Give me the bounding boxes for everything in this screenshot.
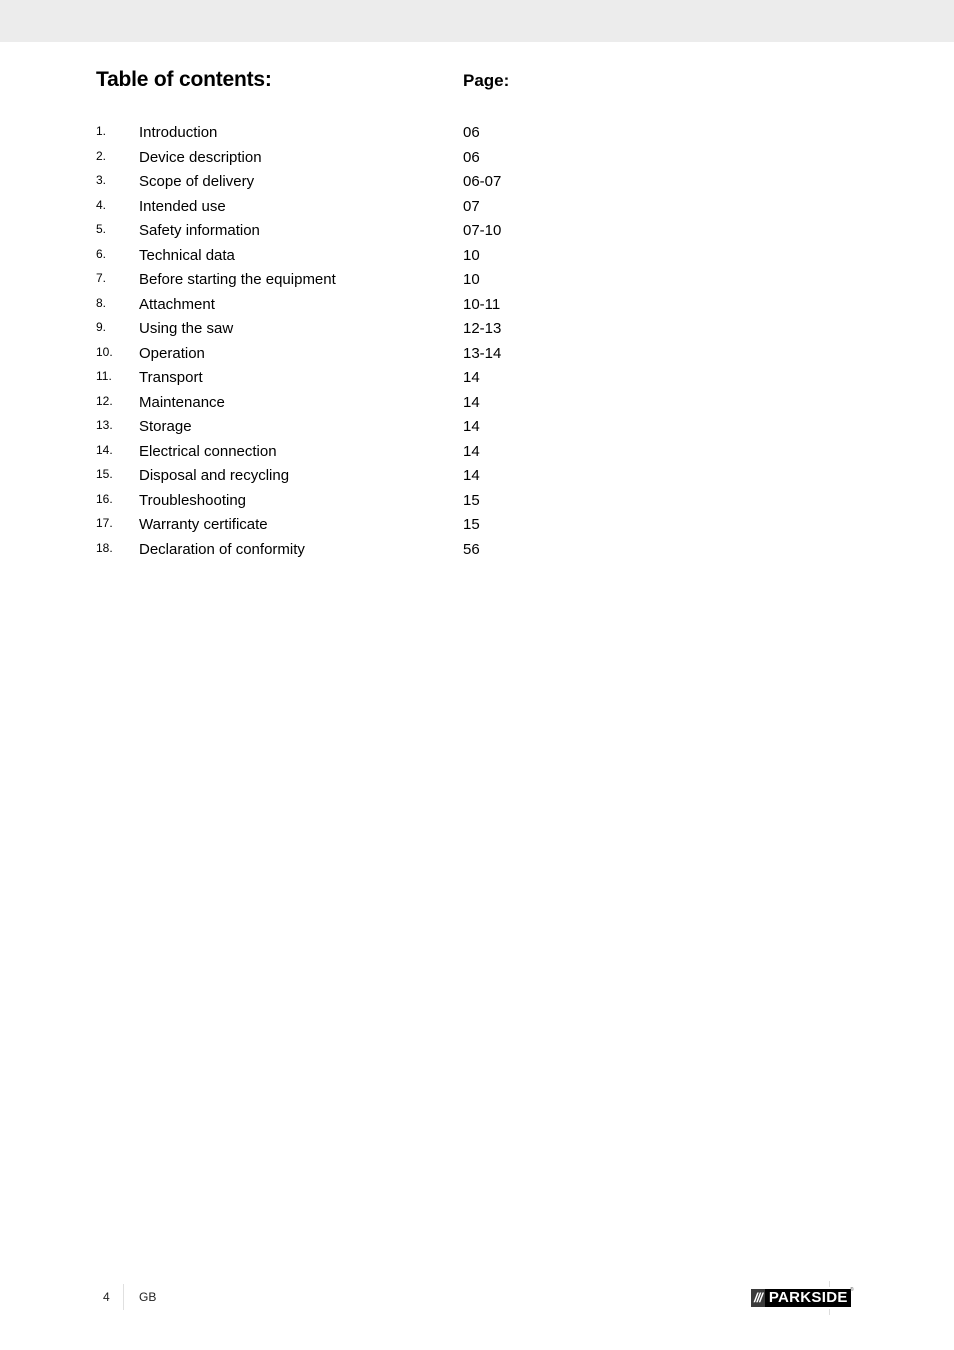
toc-entry-number: 14. bbox=[96, 442, 113, 457]
toc-entry-label: Before starting the equipment bbox=[139, 271, 336, 288]
toc-entry[interactable]: 5. Safety information 07-10 bbox=[96, 219, 556, 244]
toc-entry-page: 10 bbox=[463, 271, 480, 288]
toc-entry-number: 8. bbox=[96, 295, 107, 310]
toc-entry-page: 14 bbox=[463, 369, 480, 386]
crop-mark bbox=[829, 1281, 830, 1287]
toc-entry-label: Maintenance bbox=[139, 393, 225, 411]
toc-entry-page: 14 bbox=[463, 393, 480, 411]
toc-entry[interactable]: 8. Attachment 10-11 bbox=[96, 293, 556, 318]
logo-brand-text: PARKSIDE bbox=[764, 1289, 851, 1307]
toc-entry-number: 3. bbox=[96, 173, 107, 187]
toc-entry-page: 15 bbox=[463, 491, 480, 509]
toc-entry-label: Scope of delivery bbox=[139, 173, 255, 190]
toc-entry[interactable]: 2. Device description 06 bbox=[96, 146, 556, 171]
toc-entry[interactable]: 16. Troubleshooting 15 bbox=[96, 489, 556, 514]
toc-entry[interactable]: 6. Technical data 10 bbox=[96, 244, 556, 269]
table-of-contents: 1. Introduction 06 2. Device description… bbox=[96, 121, 556, 562]
toc-entry-number: 7. bbox=[96, 271, 107, 285]
toc-entry-page: 15 bbox=[463, 516, 480, 533]
toc-entry-number: 6. bbox=[96, 246, 107, 261]
toc-entry-number: 13. bbox=[96, 418, 113, 432]
toc-entry-page: 56 bbox=[463, 540, 480, 558]
toc-entry-label: Using the saw bbox=[139, 320, 234, 337]
toc-entry[interactable]: 14. Electrical connection 14 bbox=[96, 440, 556, 465]
toc-entry-number: 4. bbox=[96, 197, 107, 212]
toc-entry-number: 17. bbox=[96, 516, 113, 530]
toc-entry[interactable]: 1. Introduction 06 bbox=[96, 121, 556, 146]
toc-entry[interactable]: 4. Intended use 07 bbox=[96, 195, 556, 220]
toc-entry-number: 18. bbox=[96, 540, 113, 555]
logo-slashes-icon: /// bbox=[751, 1289, 765, 1307]
crop-mark bbox=[829, 1309, 830, 1315]
toc-entry-label: Device description bbox=[139, 148, 262, 166]
toc-entry-page: 07 bbox=[463, 197, 480, 215]
toc-entry-page: 14 bbox=[463, 442, 480, 460]
footer-language-code: GB bbox=[139, 1290, 157, 1304]
parkside-logo: /// PARKSIDE ® bbox=[751, 1287, 854, 1307]
toc-entry-page: 10 bbox=[463, 246, 480, 264]
toc-entry-number: 2. bbox=[96, 148, 107, 163]
toc-entry[interactable]: 18. Declaration of conformity 56 bbox=[96, 538, 556, 563]
toc-entry[interactable]: 11. Transport 14 bbox=[96, 366, 556, 391]
toc-entry-label: Technical data bbox=[139, 246, 235, 264]
toc-entry-page: 07-10 bbox=[463, 222, 502, 239]
toc-entry-label: Declaration of conformity bbox=[139, 540, 305, 558]
toc-entry[interactable]: 12. Maintenance 14 bbox=[96, 391, 556, 416]
toc-entry-page: 14 bbox=[463, 418, 480, 435]
registered-mark-icon: ® bbox=[849, 1287, 854, 1293]
toc-entry-number: 10. bbox=[96, 344, 113, 359]
toc-entry-label: Introduction bbox=[139, 124, 218, 141]
toc-entry-page: 12-13 bbox=[463, 320, 502, 337]
toc-entry[interactable]: 13. Storage 14 bbox=[96, 415, 556, 440]
toc-entry[interactable]: 15. Disposal and recycling 14 bbox=[96, 464, 556, 489]
toc-entry-label: Electrical connection bbox=[139, 442, 277, 460]
toc-heading: Table of contents: bbox=[96, 68, 272, 91]
toc-entry-label: Troubleshooting bbox=[139, 491, 247, 509]
footer-divider bbox=[123, 1284, 124, 1310]
toc-entry[interactable]: 9. Using the saw 12-13 bbox=[96, 317, 556, 342]
toc-entry-page: 06 bbox=[463, 124, 480, 141]
toc-entry[interactable]: 10. Operation 13-14 bbox=[96, 342, 556, 367]
toc-entry[interactable]: 7. Before starting the equipment 10 bbox=[96, 268, 556, 293]
toc-entry-page: 10-11 bbox=[463, 295, 501, 313]
toc-entry-label: Safety information bbox=[139, 222, 260, 239]
toc-entry-number: 15. bbox=[96, 467, 113, 481]
toc-entry-number: 16. bbox=[96, 491, 113, 506]
toc-entry-label: Transport bbox=[139, 369, 203, 386]
toc-entry-label: Disposal and recycling bbox=[139, 467, 290, 484]
toc-entry-page: 06-07 bbox=[463, 173, 502, 190]
toc-entry-number: 5. bbox=[96, 222, 107, 236]
toc-entry-page: 14 bbox=[463, 467, 480, 484]
toc-entry-label: Warranty certificate bbox=[139, 516, 268, 533]
toc-entry-label: Attachment bbox=[139, 295, 215, 313]
toc-entry-label: Intended use bbox=[139, 197, 226, 215]
toc-entry-number: 1. bbox=[96, 124, 107, 138]
page-column-heading: Page: bbox=[463, 71, 510, 90]
toc-entry-number: 11. bbox=[96, 369, 112, 383]
toc-entry-page: 13-14 bbox=[463, 344, 502, 362]
toc-entry-label: Storage bbox=[139, 418, 192, 435]
toc-entry-number: 12. bbox=[96, 393, 113, 408]
toc-entry-number: 9. bbox=[96, 320, 107, 334]
toc-entry[interactable]: 17. Warranty certificate 15 bbox=[96, 513, 556, 538]
toc-entry-page: 06 bbox=[463, 148, 480, 166]
page-top-band bbox=[0, 0, 954, 42]
footer-page-number: 4 bbox=[103, 1290, 110, 1304]
toc-entry[interactable]: 3. Scope of delivery 06-07 bbox=[96, 170, 556, 195]
toc-entry-label: Operation bbox=[139, 344, 205, 362]
